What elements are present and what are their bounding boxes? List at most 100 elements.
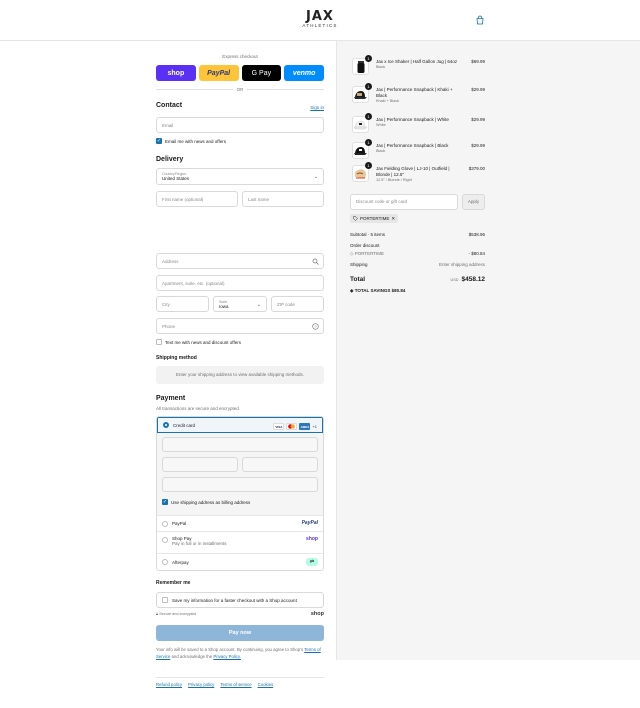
product-name: Jax | Performance Snapback | Khaki + Bla… (376, 87, 453, 98)
terms-of-service-footer-link[interactable]: Terms of service (220, 682, 251, 687)
payment-afterpay[interactable]: Afterpay ⇄ (157, 554, 323, 570)
country-value: United States (162, 176, 190, 181)
afterpay-label: Afterpay (172, 559, 189, 565)
apartment-field[interactable]: Apartment, suite, etc. (optional) (156, 275, 324, 291)
remember-me-heading: Remember me (156, 580, 191, 586)
total-label: Total (350, 276, 366, 283)
pay-now-button[interactable]: Pay now (156, 625, 324, 641)
cookies-link[interactable]: Cookies (258, 682, 274, 687)
privacy-policy-link[interactable]: Privacy Policy. (213, 654, 241, 659)
total-value: $458.12 (461, 276, 486, 283)
sms-opt-in[interactable]: Text me with news and discount offers (156, 339, 241, 345)
order-discount-row: Order discount (350, 243, 485, 248)
product-price: $379.00 (468, 166, 485, 171)
discount-code-input[interactable]: Discount code or gift card (350, 194, 458, 210)
logo-sub-text: ATHLETICS (302, 23, 338, 28)
discount-code-row: ◇ PORTERTIME - $80.84 (350, 251, 485, 257)
phone-field[interactable]: Phone ? (156, 318, 324, 334)
shipping-value: Enter shipping address (438, 262, 485, 267)
or-label: OR (236, 87, 244, 92)
paypal-button[interactable]: PayPal (198, 65, 239, 81)
email-opt-in-checkbox[interactable]: ✓ (156, 138, 162, 144)
savings-value: $80.84 (391, 288, 406, 293)
payment-shop-pay[interactable]: Shop Pay Pay in full or in installments … (157, 532, 323, 554)
secure-row: 🔒︎ Secure and encrypted shop (156, 611, 324, 617)
discount-value: - $80.84 (468, 251, 485, 256)
quantity-badge: 1 (365, 113, 372, 120)
billing-same[interactable]: ✓ Use shipping address as billing addres… (162, 499, 250, 505)
remember-me-checkbox[interactable] (162, 597, 168, 603)
afterpay-radio[interactable] (162, 559, 168, 565)
first-name-field[interactable]: First name (optional) (156, 191, 238, 207)
store-logo[interactable]: JAX ATHLETICS (300, 9, 340, 29)
currency-code: USD (450, 278, 459, 282)
country-select[interactable]: Country/Region United States ⌄ (156, 168, 324, 185)
delivery-heading: Delivery (156, 156, 184, 163)
google-pay-button[interactable]: G Pay (241, 65, 282, 81)
paypal-radio[interactable] (162, 520, 168, 527)
sms-opt-in-checkbox[interactable] (156, 339, 162, 345)
card-brands: VISA AMEX +1 (273, 423, 317, 430)
billing-same-checkbox[interactable]: ✓ (162, 499, 168, 505)
quantity-badge: 1 (365, 83, 372, 90)
state-select[interactable]: State Iowa ⌄ (213, 296, 267, 312)
order-discount-label: Order discount (350, 243, 380, 248)
product-variant: White (376, 123, 386, 127)
shopping-bag-icon[interactable] (475, 15, 485, 25)
city-field[interactable]: City (156, 296, 209, 312)
zip-field[interactable]: ZIP code (271, 296, 324, 312)
shipping-method-note: Enter your shipping address to view avai… (156, 366, 324, 384)
credit-card-radio[interactable] (163, 422, 169, 428)
shop-pay-radio[interactable] (162, 537, 168, 543)
address-placeholder: Address (162, 258, 179, 264)
secure-label: Secure and encrypted (159, 612, 197, 616)
afterpay-logo-icon: ⇄ (306, 558, 318, 566)
email-field[interactable]: Email (156, 117, 324, 133)
email-opt-in[interactable]: ✓ Email me with news and offers (156, 138, 226, 144)
shop-logo: shop (310, 611, 324, 617)
payment-heading: Payment (156, 395, 186, 402)
sign-in-link[interactable]: Sign in (310, 105, 324, 110)
state-value: Iowa (219, 303, 229, 309)
remember-me-option[interactable]: Save my information for a faster checkou… (156, 592, 324, 608)
expiration-input[interactable] (162, 457, 238, 472)
sms-opt-in-label: Text me with news and discount offers (165, 339, 241, 345)
privacy-policy-footer-link[interactable]: Privacy policy (188, 682, 214, 687)
remove-discount-icon[interactable]: ✕ (391, 216, 395, 222)
quantity-badge: 1 (365, 55, 372, 62)
subtotal-value: $538.96 (468, 232, 485, 237)
card-number-input[interactable] (162, 437, 318, 452)
amex-icon: AMEX (299, 423, 311, 430)
payment-subtitle: All transactions are secure and encrypte… (156, 406, 241, 411)
security-code-input[interactable] (242, 457, 318, 472)
chevron-down-icon: ⌄ (256, 302, 261, 308)
product-variant: Black (376, 149, 386, 153)
express-checkout-title: Express checkout (222, 54, 258, 59)
subtotal-row: Subtotal · 5 items $538.96 (350, 232, 485, 237)
refund-policy-link[interactable]: Refund policy (156, 682, 182, 687)
product-name: Jax Fielding Glove | LJ-10 | Outfield | … (376, 166, 450, 177)
apply-discount-button[interactable]: Apply (462, 194, 485, 210)
address-field[interactable]: Address (156, 253, 324, 269)
applied-discount-code: PORTERTIME (360, 216, 390, 221)
quantity-badge: 1 (365, 162, 372, 169)
shipping-row: Shipping Enter shipping address (350, 262, 485, 267)
name-on-card-input[interactable] (162, 477, 318, 492)
venmo-button[interactable]: venmo (284, 65, 324, 81)
terms-text-1: Your info will be saved to a Shop accoun… (156, 647, 304, 652)
logo-main-text: JAX (306, 9, 334, 24)
product-price: $29.99 (471, 87, 485, 92)
footer-divider (156, 677, 324, 678)
billing-same-label: Use shipping address as billing address (171, 499, 251, 505)
shop-pay-button[interactable]: shop (156, 65, 196, 81)
help-icon[interactable]: ? (312, 323, 319, 330)
terms-text: Your info will be saved to a Shop accoun… (156, 646, 324, 660)
more-cards-badge: +1 (312, 424, 317, 429)
credit-card-label: Credit card (173, 422, 196, 428)
payment-paypal[interactable]: PayPal PayPal (157, 516, 323, 532)
contact-heading: Contact (156, 102, 183, 109)
shipping-label: Shipping (350, 262, 368, 267)
last-name-field[interactable]: Last name (242, 191, 324, 207)
phone-placeholder: Phone (162, 323, 176, 329)
payment-credit-card[interactable]: Credit card VISA AMEX +1 (157, 417, 323, 433)
